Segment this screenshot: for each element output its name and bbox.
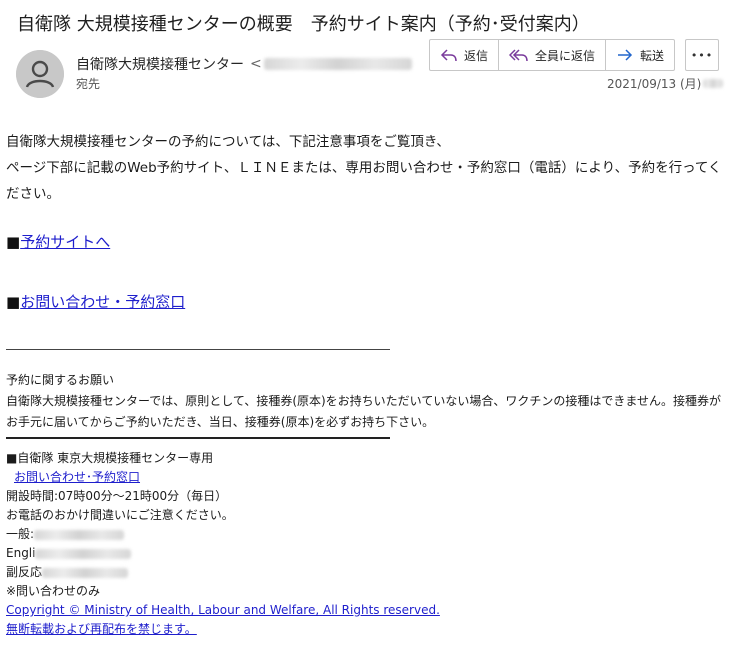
more-actions-button[interactable]: ••• [685,39,720,71]
intro-line-1: 自衛隊大規模接種センターの予約については、下記注意事項をご覧頂き、 [6,134,450,150]
email-body: 自衛隊大規模接種センターの予約については、下記注意事項をご覧頂き、 ページ下部に… [6,129,724,639]
redacted-email [263,58,412,70]
footer-side-line: 副反応 [6,563,724,582]
contact-window-link[interactable]: お問い合わせ・予約窓口 [20,293,185,311]
bullet-square: ■ [6,293,21,311]
reply-all-label: 全員に返信 [535,48,596,63]
forward-arrow-icon [618,49,633,61]
notice-title: 予約に関するお願い [6,373,115,387]
footer-contact-link[interactable]: お問い合わせ･予約窓口 [14,470,140,484]
forward-label: 転送 [640,48,665,63]
angle-bracket-icon: < [250,56,262,72]
redacted-time [703,79,724,88]
footer-inquiry-only: ※問い合わせのみ [6,584,101,598]
more-dots-icon: ••• [690,48,714,62]
redacted-general-number [34,529,125,540]
sender-line[interactable]: 自衛隊大規模接種センター < [76,54,412,74]
reply-all-arrow-icon [509,49,528,62]
reply-label: 返信 [464,48,489,63]
reply-button[interactable]: 返信 [430,40,500,70]
intro-line-2: ページ下部に記載のWeb予約サイト、ＬＩＮＥまたは、専用お問い合わせ・予約窓口（… [6,160,722,202]
reply-arrow-icon [440,49,457,62]
reservation-link-line: ■予約サイトへ [6,225,724,259]
footer-org: ■自衛隊 東京大規模接種センター専用 [6,451,214,465]
reply-button-group: 返信 全員に返信 転送 [429,39,676,71]
no-reprint-link[interactable]: 無断転載および再配布を禁じます。 [6,622,197,636]
email-subject: 自衛隊 大規模接種センターの概要 予約サイト案内（予約･受付案内） [17,14,590,35]
forward-button[interactable]: 転送 [606,40,674,70]
redacted-side-number [42,567,129,578]
footer-caution: お電話のおかけ間違いにご注意ください。 [6,508,234,522]
email-date: 2021/09/13 (月) [607,75,724,92]
person-icon [16,50,64,98]
date-text: 2021/09/13 (月) [607,77,702,91]
copyright-line: Copyright © Ministry of Health, Labour a… [6,601,724,620]
footer-general-line: 一般: [6,525,724,544]
redacted-english-number [35,548,132,559]
contact-link-line: ■お問い合わせ・予約窓口 [6,285,724,319]
sender-avatar[interactable] [16,50,64,98]
no-reprint-line: 無断転載および再配布を禁じます。 [6,620,724,639]
recipient-label: 宛先 [76,77,101,91]
notice-text: 自衛隊大規模接種センターでは、原則として、接種券(原本)をお持ちいただいていない… [6,394,721,429]
reservation-site-link[interactable]: 予約サイトへ [20,233,110,251]
footer-side-label: 副反応 [6,565,43,579]
copyright-link[interactable]: Copyright © Ministry of Health, Labour a… [6,603,440,617]
reply-all-button[interactable]: 全員に返信 [499,40,607,70]
sender-name[interactable]: 自衛隊大規模接種センター [76,54,244,74]
footer-english-label: Engli [6,546,36,560]
footer-general-label: 一般: [6,527,35,541]
footer-english-line: Engli [6,544,724,563]
bullet-square: ■ [6,233,21,251]
message-toolbar: 返信 全員に返信 転送 ••• [429,39,720,71]
footer-hours: 開設時間:07時00分～21時00分（毎日） [6,489,228,503]
footer-contact-line: お問い合わせ･予約窓口 [6,468,724,487]
